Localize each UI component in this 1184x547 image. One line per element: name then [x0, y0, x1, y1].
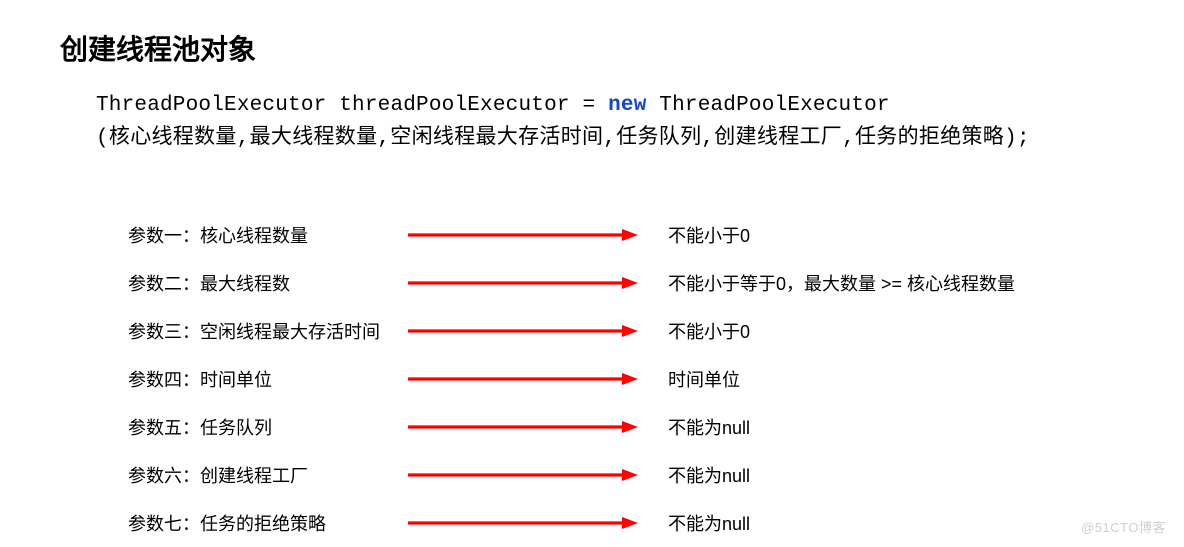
parameter-list: 参数一：核心线程数量 不能小于0 参数二：最大线程数 不能小于等于0，最大数量 … — [128, 211, 1124, 547]
arrow-icon — [408, 372, 668, 386]
param-desc: 时间单位 — [668, 366, 1124, 392]
code-snippet: ThreadPoolExecutor threadPoolExecutor = … — [96, 90, 1124, 155]
page-title: 创建线程池对象 — [60, 28, 1124, 68]
param-desc: 不能为null — [668, 510, 1124, 536]
param-label: 参数五：任务队列 — [128, 414, 408, 440]
param-row: 参数二：最大线程数 不能小于等于0，最大数量 >= 核心线程数量 — [128, 259, 1124, 307]
param-row: 参数一：核心线程数量 不能小于0 — [128, 211, 1124, 259]
param-label: 参数七：任务的拒绝策略 — [128, 510, 408, 536]
param-label: 参数三：空闲线程最大存活时间 — [128, 318, 408, 344]
watermark: @51CTO博客 — [1081, 517, 1166, 536]
param-row: 参数三：空闲线程最大存活时间 不能小于0 — [128, 307, 1124, 355]
keyword-new: new — [608, 94, 646, 117]
code-text: ThreadPoolExecutor threadPoolExecutor = — [96, 94, 608, 117]
param-label: 参数六：创建线程工厂 — [128, 462, 408, 488]
param-row: 参数五：任务队列 不能为null — [128, 403, 1124, 451]
arrow-icon — [408, 468, 668, 482]
arrow-icon — [408, 276, 668, 290]
param-label: 参数一：核心线程数量 — [128, 222, 408, 248]
code-line-1: ThreadPoolExecutor threadPoolExecutor = … — [96, 90, 1124, 123]
arrow-icon — [408, 420, 668, 434]
param-label: 参数二：最大线程数 — [128, 270, 408, 296]
arrow-icon — [408, 228, 668, 242]
param-desc: 不能为null — [668, 414, 1124, 440]
code-line-2: (核心线程数量,最大线程数量,空闲线程最大存活时间,任务队列,创建线程工厂,任务… — [96, 123, 1124, 156]
param-desc: 不能为null — [668, 462, 1124, 488]
arrow-icon — [408, 324, 668, 338]
param-row: 参数七：任务的拒绝策略 不能为null — [128, 499, 1124, 547]
param-desc: 不能小于0 — [668, 318, 1124, 344]
param-row: 参数六：创建线程工厂 不能为null — [128, 451, 1124, 499]
param-row: 参数四：时间单位 时间单位 — [128, 355, 1124, 403]
arrow-icon — [408, 516, 668, 530]
param-desc: 不能小于0 — [668, 222, 1124, 248]
param-desc: 不能小于等于0，最大数量 >= 核心线程数量 — [668, 270, 1124, 296]
param-label: 参数四：时间单位 — [128, 366, 408, 392]
code-text: ThreadPoolExecutor — [647, 94, 890, 117]
